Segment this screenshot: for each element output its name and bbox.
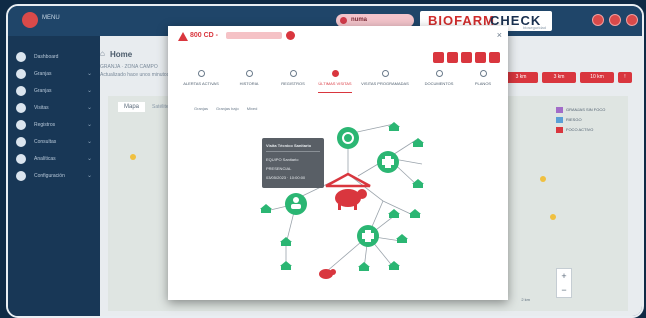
tooltip-divider xyxy=(266,151,320,152)
small-farm-node[interactable] xyxy=(388,209,400,218)
small-farm-node[interactable] xyxy=(280,237,292,246)
gear-icon xyxy=(16,171,26,181)
visit-icon xyxy=(16,103,26,113)
technician-node[interactable] xyxy=(285,193,307,215)
farm-detail-modal: 800 CD - × ALERTAS ACTIVAS HISTORIA REGI… xyxy=(168,26,508,300)
chevron-down-icon: ⌄ xyxy=(86,105,92,111)
legend-swatch xyxy=(556,117,563,123)
map-marker[interactable] xyxy=(130,154,136,160)
alert-button[interactable]: ! xyxy=(618,72,632,83)
sidebar-item-label: Analíticas xyxy=(34,156,56,162)
sidebar-item-label: Configuración xyxy=(34,173,65,179)
chevron-down-icon: ⌄ xyxy=(86,88,92,94)
sidebar-item-analytics[interactable]: Analíticas ⌄ xyxy=(16,154,96,166)
sidebar-item-dashboard[interactable]: Dashboard xyxy=(16,52,96,64)
settings-icon[interactable] xyxy=(592,14,604,26)
profile-icon[interactable] xyxy=(626,14,638,26)
sidebar: Dashboard Granjas ⌄ Granjas ⌄ Visitas ⌄ … xyxy=(8,36,100,316)
map-scale: 2 km xyxy=(521,297,530,302)
legend-swatch xyxy=(556,107,563,113)
chevron-down-icon: ⌄ xyxy=(86,173,92,179)
zoom-control: + − xyxy=(556,268,572,298)
legend-item: FOCO ACTIVO xyxy=(556,126,626,134)
chevron-down-icon: ⌄ xyxy=(86,122,92,128)
menu-label[interactable]: MENU xyxy=(42,15,60,21)
small-farm-node[interactable] xyxy=(409,209,421,218)
legend-swatch xyxy=(556,127,563,133)
tooltip-line: PRESENCIAL xyxy=(266,166,292,171)
user-name: numa xyxy=(351,17,368,23)
top-icons xyxy=(592,14,638,26)
sidebar-item-label: Consultas xyxy=(34,139,57,145)
tooltip-heading: Visita Técnico Sanitario xyxy=(266,143,312,148)
radius-buttons: 3 km 3 km 10 km ! xyxy=(504,72,632,83)
dashboard-icon xyxy=(16,52,26,62)
page-title: Home xyxy=(110,50,133,59)
page-subtitle: GRANJA · ZONA CAMPO xyxy=(100,64,158,70)
sidebar-item-label: Granjas xyxy=(34,88,52,94)
farm-icon xyxy=(16,69,26,79)
page-updated: Actualizado hace unos minutos xyxy=(100,72,170,78)
map-legend: GRANJAS SIN FOCO RIESGO FOCO ACTIVO xyxy=(556,106,626,136)
legend-item: RIESGO xyxy=(556,116,626,124)
tooltip-line: EQUIPO Sanitario xyxy=(266,157,299,162)
legend-item: GRANJAS SIN FOCO xyxy=(556,106,626,114)
pig-node[interactable] xyxy=(319,269,336,279)
radius-button-3[interactable]: 10 km xyxy=(580,72,614,83)
zoom-out-button[interactable]: − xyxy=(557,283,571,297)
node-tooltip: Visita Técnico Sanitario EQUIPO Sanitari… xyxy=(262,138,324,188)
chevron-down-icon: ⌄ xyxy=(86,139,92,145)
app-window: MENU numa BIOFARM CHECK bioseguridad Das… xyxy=(6,4,644,318)
map-marker[interactable] xyxy=(550,214,556,220)
chevron-down-icon: ⌄ xyxy=(86,71,92,77)
notifications-icon[interactable] xyxy=(609,14,621,26)
menu-icon[interactable] xyxy=(22,12,38,28)
tooltip-line: 03/05/2023 · 10:00:00 xyxy=(266,175,306,180)
small-farm-node[interactable] xyxy=(412,179,424,188)
analytics-icon xyxy=(16,154,26,164)
sidebar-item-records[interactable]: Registros ⌄ xyxy=(16,120,96,132)
small-farm-node[interactable] xyxy=(412,138,424,147)
records-icon xyxy=(16,120,26,130)
chevron-down-icon: ⌄ xyxy=(86,156,92,162)
user-avatar-icon xyxy=(340,17,347,24)
sidebar-item-label: Registros xyxy=(34,122,56,128)
brand-tag: bioseguridad xyxy=(523,25,546,30)
small-farm-node[interactable] xyxy=(280,261,292,270)
health-node[interactable] xyxy=(377,151,399,173)
sidebar-item-settings[interactable]: Configuración ⌄ xyxy=(16,171,96,183)
radius-button-2[interactable]: 3 km xyxy=(542,72,576,83)
farm-icon xyxy=(16,86,26,96)
query-icon xyxy=(16,137,26,147)
small-farm-node[interactable] xyxy=(396,234,408,243)
map-marker[interactable] xyxy=(540,176,546,182)
sidebar-item-label: Dashboard xyxy=(34,54,59,60)
sidebar-item-label: Granjas xyxy=(34,71,52,77)
disinfection-node[interactable] xyxy=(337,127,359,149)
sidebar-item-label: Visitas xyxy=(34,105,49,111)
farm-node[interactable] xyxy=(325,172,371,210)
map-tab-satellite[interactable]: Satélite xyxy=(152,104,169,110)
legend-label: GRANJAS SIN FOCO xyxy=(566,107,606,112)
sidebar-item-queries[interactable]: Consultas ⌄ xyxy=(16,137,96,149)
legend-label: FOCO ACTIVO xyxy=(566,127,594,132)
sidebar-item-farms-2[interactable]: Granjas ⌄ xyxy=(16,86,96,98)
small-farm-node[interactable] xyxy=(260,204,272,213)
zoom-in-button[interactable]: + xyxy=(557,269,571,283)
sidebar-item-farms[interactable]: Granjas ⌄ xyxy=(16,69,96,81)
health-node-2[interactable] xyxy=(357,225,379,247)
legend-label: RIESGO xyxy=(566,117,582,122)
visit-network-graph xyxy=(260,122,424,279)
small-farm-node[interactable] xyxy=(358,262,370,271)
home-icon: ⌂ xyxy=(100,49,105,58)
map-tab-map[interactable]: Mapa xyxy=(118,102,146,112)
small-farm-node[interactable] xyxy=(388,122,400,131)
sidebar-item-visits[interactable]: Visitas ⌄ xyxy=(16,103,96,115)
